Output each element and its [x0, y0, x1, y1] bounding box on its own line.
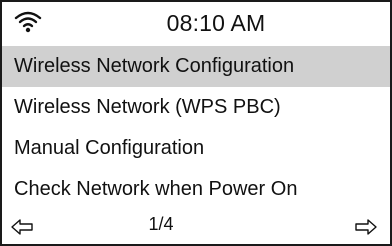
menu-item-manual-configuration[interactable]: Manual Configuration — [2, 128, 390, 169]
menu-item-wireless-network-wps-pbc[interactable]: Wireless Network (WPS PBC) — [2, 87, 390, 128]
device-screen: 08:10 AM Wireless Network Configuration … — [0, 0, 392, 246]
status-bar: 08:10 AM — [2, 2, 390, 46]
menu-item-check-network-power-on[interactable]: Check Network when Power On — [2, 169, 390, 210]
arrow-right-icon[interactable] — [354, 218, 378, 236]
clock-time: 08:10 AM — [166, 10, 266, 36]
settings-menu: Wireless Network Configuration Wireless … — [2, 46, 390, 210]
page-indicator: 1/4 — [148, 214, 174, 234]
menu-item-wireless-network-configuration[interactable]: Wireless Network Configuration — [2, 46, 390, 87]
pagination-footer: 1/4 — [2, 212, 390, 244]
